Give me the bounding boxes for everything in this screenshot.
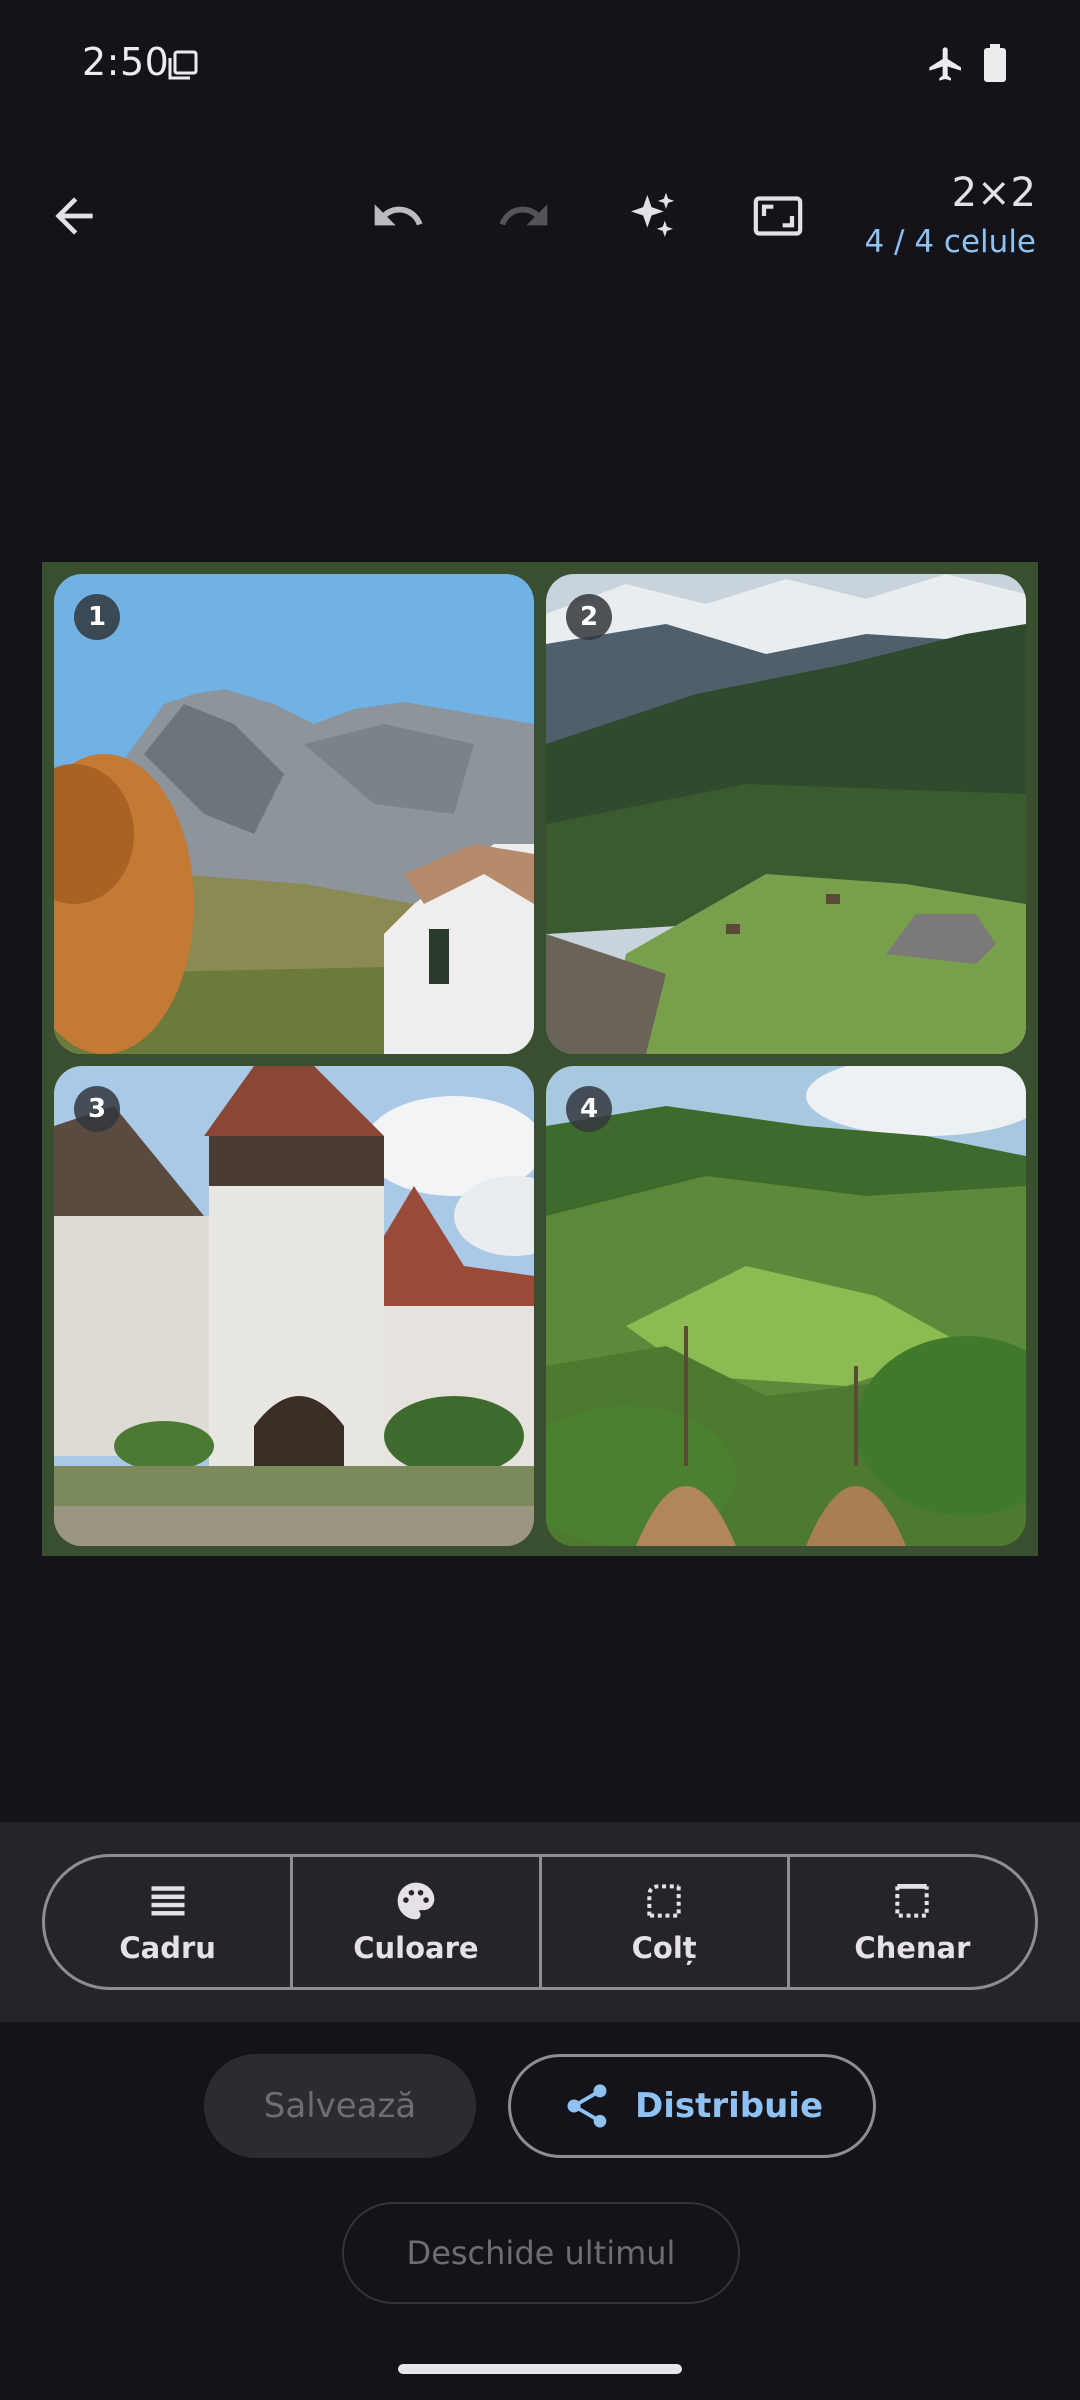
share-button[interactable]: Distribuie	[508, 2054, 876, 2158]
border-icon	[895, 1883, 930, 1918]
redo-icon	[499, 204, 548, 226]
top-toolbar: 2×2 4 / 4 celule	[0, 160, 1080, 270]
tab-label: Colț	[631, 1931, 697, 1965]
crop-frame-icon	[753, 196, 803, 236]
share-label: Distribuie	[634, 2086, 824, 2126]
tab-colt[interactable]: Colț	[538, 1857, 787, 1987]
cell-count-label: 4 / 4 celule	[864, 224, 1036, 260]
tab-culoare[interactable]: Culoare	[290, 1857, 538, 1987]
tab-label: Culoare	[353, 1931, 479, 1965]
open-last-button[interactable]: Deschide ultimul	[342, 2202, 740, 2304]
cell-1-photo	[54, 574, 534, 1054]
back-button[interactable]	[38, 180, 110, 252]
tab-cadru[interactable]: Cadru	[45, 1857, 290, 1987]
cell-number-badge: 3	[74, 1086, 120, 1132]
lines-icon	[151, 1886, 185, 1916]
undo-button[interactable]	[362, 180, 434, 252]
tab-label: Chenar	[854, 1931, 971, 1965]
battery-icon	[984, 44, 1006, 82]
status-bar: 2:50	[0, 0, 1080, 128]
collage-cell-1[interactable]: 1	[54, 574, 534, 1054]
undo-icon	[374, 204, 423, 226]
cell-number-badge: 2	[566, 594, 612, 640]
tab-chenar[interactable]: Chenar	[786, 1857, 1035, 1987]
share-icon	[567, 2084, 607, 2128]
back-arrow-icon	[55, 197, 93, 235]
redo-button[interactable]	[488, 180, 560, 252]
cell-3-photo	[54, 1066, 534, 1546]
options-segmented-control: Cadru Culoare Colț Chenar	[42, 1854, 1038, 1990]
home-indicator[interactable]	[398, 2364, 682, 2374]
status-time: 2:50	[82, 40, 170, 84]
corner-icon	[647, 1884, 681, 1918]
grid-size-label[interactable]: 2×2	[952, 170, 1036, 216]
auto-enhance-button[interactable]	[616, 180, 688, 252]
collage-cell-4[interactable]: 4	[546, 1066, 1026, 1546]
collage-editor-screen: 2:50 2×2 4 / 4 celule 1 2 3 4 Cadru Culo…	[0, 0, 1080, 2400]
screen-icon	[168, 50, 198, 80]
collage-cell-2[interactable]: 2	[546, 574, 1026, 1054]
cell-number-badge: 1	[74, 594, 120, 640]
collage-cell-3[interactable]: 3	[54, 1066, 534, 1546]
cell-4-photo	[546, 1066, 1026, 1546]
sparkles-icon	[631, 192, 675, 237]
cell-2-photo	[546, 574, 1026, 1054]
airplane-icon	[929, 47, 961, 81]
palette-icon	[397, 1882, 435, 1920]
tab-label: Cadru	[119, 1931, 216, 1965]
collage-canvas: 1 2 3 4	[42, 562, 1038, 1556]
aspect-ratio-button[interactable]	[742, 180, 814, 252]
save-button[interactable]: Salvează	[204, 2054, 476, 2158]
options-panel: Cadru Culoare Colț Chenar	[0, 1822, 1080, 2022]
cell-number-badge: 4	[566, 1086, 612, 1132]
